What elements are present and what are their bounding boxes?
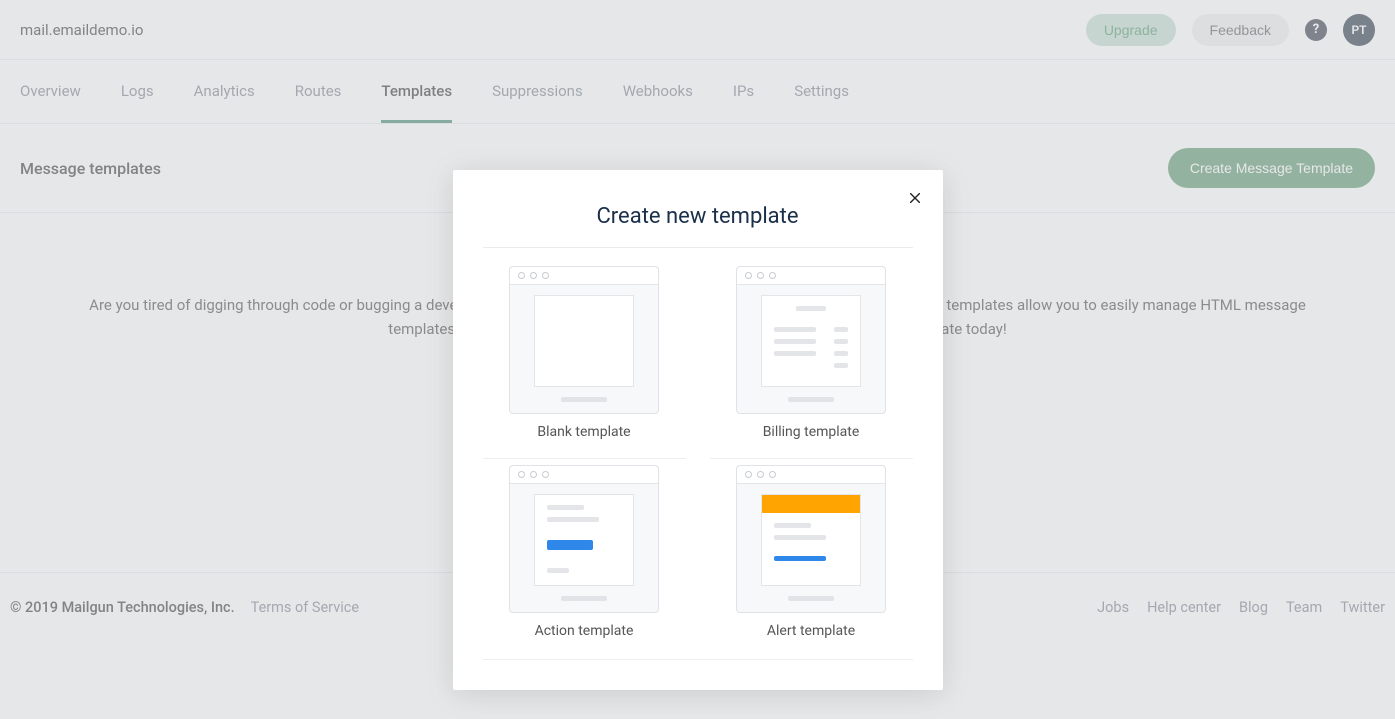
template-option-label: Billing template bbox=[710, 424, 913, 440]
modal-divider bbox=[483, 247, 913, 248]
template-preview-window bbox=[509, 266, 659, 414]
window-chrome bbox=[737, 466, 885, 484]
modal-bottom-divider bbox=[483, 659, 913, 660]
window-chrome bbox=[510, 267, 658, 285]
window-chrome bbox=[737, 267, 885, 285]
create-template-modal: Create new template Blank template Billin… bbox=[453, 170, 943, 690]
template-option-billing[interactable]: Billing template bbox=[710, 260, 913, 440]
template-option-label: Action template bbox=[483, 623, 686, 639]
template-option-action[interactable]: Action template bbox=[483, 458, 686, 639]
template-option-alert[interactable]: Alert template bbox=[710, 458, 913, 639]
template-preview-window bbox=[736, 465, 886, 613]
template-option-label: Alert template bbox=[710, 623, 913, 639]
template-preview-window bbox=[736, 266, 886, 414]
close-icon[interactable] bbox=[905, 188, 925, 208]
template-option-label: Blank template bbox=[483, 424, 686, 440]
window-chrome bbox=[510, 466, 658, 484]
template-preview-window bbox=[509, 465, 659, 613]
template-option-blank[interactable]: Blank template bbox=[483, 260, 686, 440]
modal-title: Create new template bbox=[483, 204, 913, 229]
